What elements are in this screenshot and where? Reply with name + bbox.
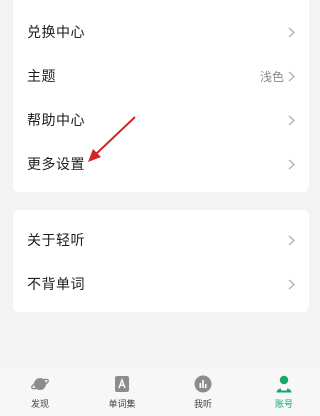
planet-icon [31, 378, 49, 390]
menu-item-label: 不背单词 [27, 277, 85, 293]
tab-label: 单词集 [108, 400, 136, 410]
tab-word-collection[interactable]: 单词集 [90, 368, 154, 416]
menu-item-about[interactable]: 关于轻听 [13, 218, 309, 262]
chevron-right-icon [288, 71, 295, 81]
chevron-right-icon [288, 235, 295, 245]
tab-account[interactable]: 账号 [252, 368, 316, 416]
menu-item-label: 主题 [27, 69, 56, 85]
chevron-right-icon [288, 159, 295, 169]
tab-label: 账号 [274, 400, 293, 410]
settings-card-main: 兑换中心 主题 浅色 帮助中心 更多设置 [13, 0, 309, 192]
menu-item-label: 兑换中心 [27, 25, 85, 41]
account-icon [276, 375, 292, 393]
menu-item-label: 帮助中心 [27, 113, 85, 129]
menu-item-theme[interactable]: 主题 浅色 [13, 54, 309, 98]
chevron-right-icon [288, 27, 295, 37]
theme-value: 浅色 [259, 69, 284, 84]
menu-item-help-center[interactable]: 帮助中心 [13, 98, 309, 142]
menu-item-redeem-center[interactable]: 兑换中心 [13, 10, 309, 54]
tab-label: 发现 [30, 400, 49, 410]
menu-item-more-settings[interactable]: 更多设置 [13, 142, 309, 186]
chevron-right-icon [288, 279, 295, 289]
menu-item-bubei-danci[interactable]: 不背单词 [13, 262, 309, 306]
audio-bars-icon [194, 375, 212, 393]
tab-discover[interactable]: 发现 [8, 368, 72, 416]
chevron-right-icon [288, 115, 295, 125]
word-book-icon [115, 376, 129, 392]
menu-item-label: 更多设置 [27, 157, 85, 173]
tab-my-listening[interactable]: 我听 [171, 368, 235, 416]
settings-card-about: 关于轻听 不背单词 [13, 210, 309, 312]
tab-label: 我听 [193, 400, 212, 410]
bottom-tab-bar: 发现 单词集 我听 账号 [0, 368, 320, 416]
menu-item-label: 关于轻听 [27, 233, 85, 249]
